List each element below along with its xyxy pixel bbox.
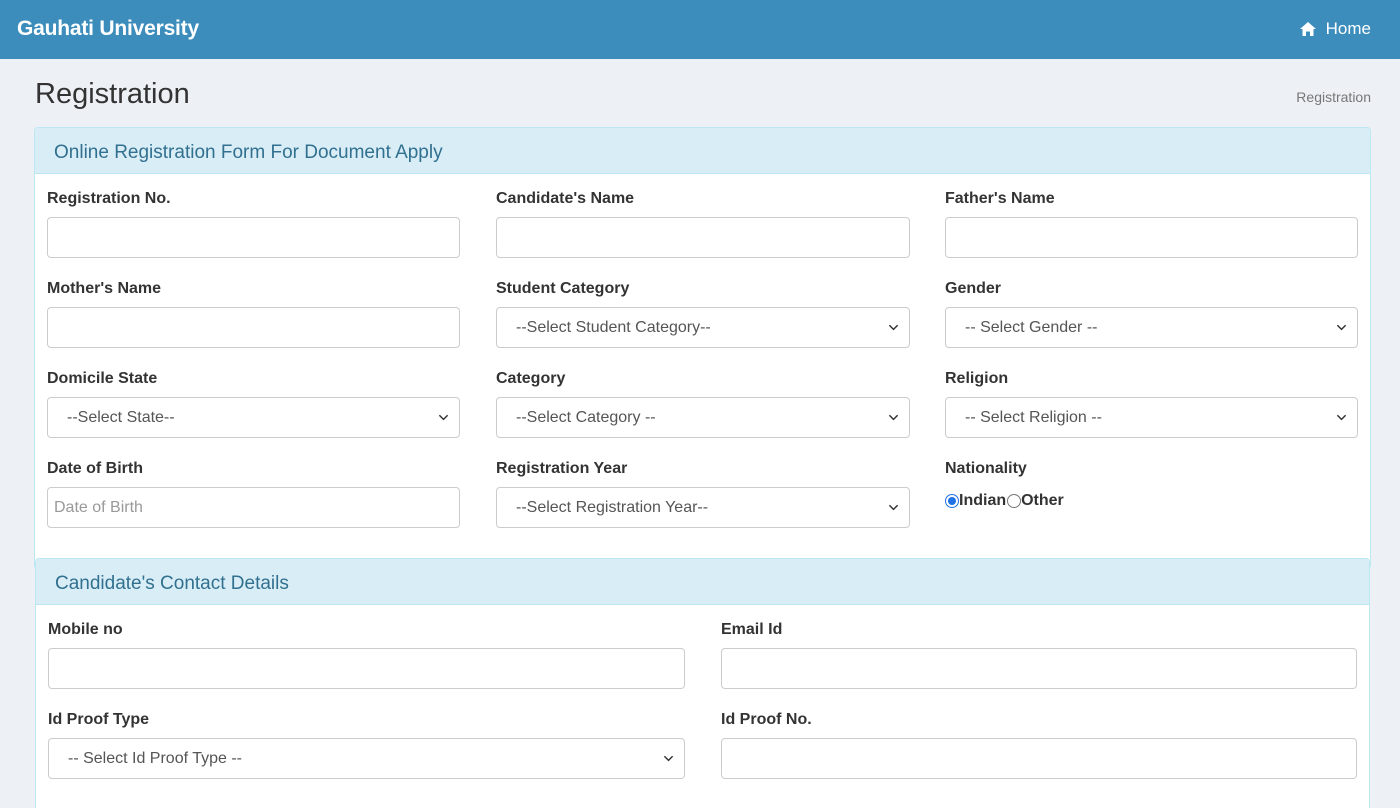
nationality-indian-radio[interactable] <box>945 494 959 508</box>
student-category-select[interactable]: --Select Student Category-- <box>496 307 910 348</box>
student-category-selected: --Select Student Category-- <box>516 318 711 336</box>
registration-year-select[interactable]: --Select Registration Year-- <box>496 487 910 528</box>
gender-label: Gender <box>945 280 1002 297</box>
religion-select[interactable]: -- Select Religion -- <box>945 397 1358 438</box>
chevron-down-icon <box>663 755 674 762</box>
student-category-label: Student Category <box>496 280 630 297</box>
father-name-input[interactable] <box>945 217 1358 258</box>
nationality-label: Nationality <box>945 460 1027 477</box>
panel-heading-registration: Online Registration Form For Document Ap… <box>35 128 1370 174</box>
gender-selected: -- Select Gender -- <box>965 318 1098 336</box>
dob-input[interactable] <box>47 487 460 528</box>
nationality-indian-label: Indian <box>959 492 1007 509</box>
mother-name-label: Mother's Name <box>47 280 162 297</box>
email-input[interactable] <box>721 648 1357 689</box>
chevron-down-icon <box>1336 414 1347 421</box>
chevron-down-icon <box>438 414 449 421</box>
registration-year-selected: --Select Registration Year-- <box>516 498 709 516</box>
domicile-state-select[interactable]: --Select State-- <box>47 397 460 438</box>
brand-logo-text[interactable]: Gauhati University <box>17 17 199 41</box>
registration-no-input[interactable] <box>47 217 460 258</box>
id-proof-no-input[interactable] <box>721 738 1357 779</box>
category-selected: --Select Category -- <box>516 408 656 426</box>
home-link[interactable]: Home <box>1299 19 1371 39</box>
category-select[interactable]: --Select Category -- <box>496 397 910 438</box>
gender-select[interactable]: -- Select Gender -- <box>945 307 1358 348</box>
father-name-label: Father's Name <box>945 190 1055 207</box>
dob-label: Date of Birth <box>47 460 143 477</box>
page-title: Registration <box>35 78 190 110</box>
top-navbar: Gauhati University Home <box>0 0 1400 59</box>
candidate-name-label: Candidate's Name <box>496 190 635 207</box>
nationality-radio-group: Indian Other <box>945 492 1064 510</box>
home-link-label: Home <box>1325 19 1371 38</box>
panel-heading-contact: Candidate's Contact Details <box>36 559 1369 605</box>
category-label: Category <box>496 370 566 387</box>
home-icon <box>1299 22 1316 36</box>
id-proof-type-label: Id Proof Type <box>48 711 150 728</box>
chevron-down-icon <box>1336 324 1347 331</box>
nationality-other-radio[interactable] <box>1007 494 1022 508</box>
mobile-label: Mobile no <box>48 621 123 638</box>
chevron-down-icon <box>888 414 899 421</box>
id-proof-type-select[interactable]: -- Select Id Proof Type -- <box>48 738 685 779</box>
id-proof-type-selected: -- Select Id Proof Type -- <box>68 749 242 767</box>
mobile-input[interactable] <box>48 648 685 689</box>
email-label: Email Id <box>721 621 783 638</box>
registration-no-label: Registration No. <box>47 190 171 207</box>
chevron-down-icon <box>888 324 899 331</box>
religion-label: Religion <box>945 370 1009 387</box>
candidate-name-input[interactable] <box>496 217 910 258</box>
registration-year-label: Registration Year <box>496 460 628 477</box>
breadcrumb: Registration <box>1296 89 1371 105</box>
chevron-down-icon <box>888 504 899 511</box>
mother-name-input[interactable] <box>47 307 460 348</box>
religion-selected: -- Select Religion -- <box>965 408 1102 426</box>
domicile-state-selected: --Select State-- <box>67 408 175 426</box>
nationality-other-label: Other <box>1021 492 1064 509</box>
domicile-state-label: Domicile State <box>47 370 158 387</box>
id-proof-no-label: Id Proof No. <box>721 711 812 728</box>
